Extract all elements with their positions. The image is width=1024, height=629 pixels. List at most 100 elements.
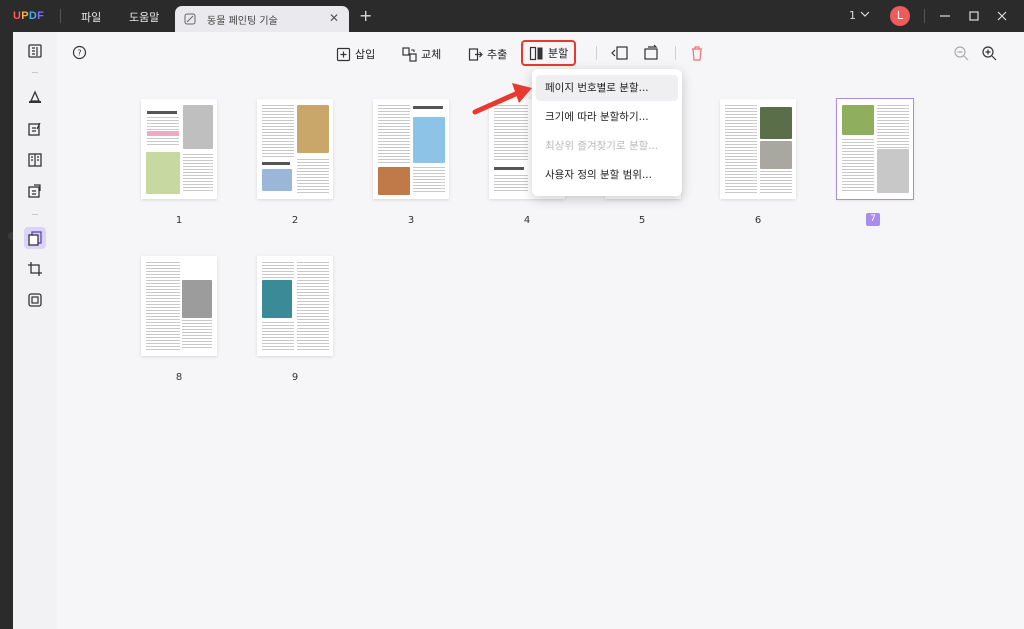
page-number-6: 6: [754, 215, 762, 226]
close-window-icon[interactable]: [994, 8, 1010, 24]
toolbar-divider: [596, 46, 597, 60]
edit-pdf-icon[interactable]: [24, 118, 46, 140]
split-by-size-item[interactable]: 크기에 따라 분할하기...: [536, 104, 678, 130]
title-bar: UPDF 파일 도움말 동물 페인팅 기술 ✕ + 1 L: [0, 0, 1024, 32]
highlight-block: [147, 131, 179, 136]
delete-icon[interactable]: [688, 44, 706, 62]
insert-label: 삽입: [355, 48, 376, 61]
title-divider: [60, 9, 61, 23]
page-number-8: 8: [175, 372, 183, 383]
updf-logo[interactable]: UPDF: [13, 10, 44, 22]
convert-icon[interactable]: [24, 180, 46, 202]
split-button[interactable]: 분할: [521, 40, 577, 66]
replace-page-icon: [402, 46, 417, 62]
rotate-right-icon[interactable]: [643, 44, 661, 62]
left-sidebar: [13, 32, 57, 629]
extract-button[interactable]: 추출: [468, 44, 507, 64]
cat-painting-image: [262, 280, 292, 318]
minimize-icon[interactable]: [937, 8, 953, 24]
sketch-image: [760, 141, 792, 169]
insert-page-icon: [336, 47, 351, 61]
zoom-in-icon[interactable]: [980, 44, 998, 62]
heading-line: [262, 162, 290, 165]
text-block: [183, 154, 213, 192]
crop-icon[interactable]: [24, 258, 46, 280]
page-number-9: 9: [291, 372, 299, 383]
rabbit-photo-image: [842, 105, 874, 135]
paints-image: [378, 167, 410, 195]
animal-photo-image: [760, 107, 792, 139]
page-number-2: 2: [291, 215, 299, 226]
new-tab-button[interactable]: +: [359, 6, 372, 25]
split-label: 분할: [548, 47, 569, 60]
horse-sketch-image: [182, 280, 212, 318]
tab-title: 동물 페인팅 기술: [207, 16, 278, 27]
heading-line: [413, 106, 443, 109]
replace-label: 교체: [421, 48, 442, 61]
text-block: [182, 320, 212, 350]
text-block: [378, 105, 410, 163]
page-thumbnail-7[interactable]: [836, 98, 914, 200]
sidebar-divider: [32, 214, 38, 215]
page-number-3: 3: [407, 215, 415, 226]
page-number-1: 1: [175, 215, 183, 226]
extract-page-icon: [468, 47, 483, 61]
text-block: [494, 175, 528, 193]
palette-image: [262, 169, 292, 191]
chevron-down-icon[interactable]: [860, 7, 870, 21]
maximize-icon[interactable]: [966, 8, 982, 24]
comment-icon[interactable]: [24, 86, 46, 108]
annotation-arrow: [472, 83, 532, 115]
menu-file[interactable]: 파일: [81, 9, 101, 25]
split-dropdown-menu: 페이지 번호별로 분할... 크기에 따라 분할하기... 최상위 즐겨찾기로 …: [532, 69, 682, 196]
reader-icon[interactable]: [24, 40, 46, 62]
text-block: [262, 105, 294, 157]
watercolor-image: [413, 117, 445, 163]
page-thumbnail-6[interactable]: [720, 99, 796, 199]
page-thumbnail-9[interactable]: [257, 256, 333, 356]
avatar[interactable]: L: [890, 6, 910, 26]
page-number-7: 7: [866, 213, 880, 226]
text-block: [877, 105, 909, 149]
page-thumbnail-2[interactable]: [257, 99, 333, 199]
zoom-out-icon[interactable]: [952, 44, 970, 62]
document-edit-icon: [184, 13, 196, 25]
split-page-icon: [529, 46, 543, 60]
toolbar-divider: [675, 46, 676, 60]
text-block: [725, 105, 757, 193]
stamp-icon[interactable]: [24, 289, 46, 311]
split-by-page-number-item[interactable]: 페이지 번호별로 분할...: [536, 75, 678, 101]
svg-text:?: ?: [77, 49, 81, 58]
rotate-left-icon[interactable]: [611, 44, 629, 62]
help-icon[interactable]: ?: [72, 45, 87, 60]
page-thumbnail-3[interactable]: [373, 99, 449, 199]
document-tab[interactable]: 동물 페인팅 기술 ✕: [175, 6, 349, 32]
custom-split-range-item[interactable]: 사용자 정의 분할 범위...: [536, 162, 678, 188]
rabbit-sketch-image: [877, 149, 909, 193]
text-block: [262, 322, 294, 350]
brushes-image: [297, 105, 329, 153]
page-thumbnail-1[interactable]: [141, 99, 217, 199]
page-number-4: 4: [523, 215, 531, 226]
menu-help[interactable]: 도움말: [129, 9, 159, 25]
insert-button[interactable]: 삽입: [336, 44, 375, 64]
text-block: [297, 159, 329, 193]
close-tab-icon[interactable]: ✕: [329, 11, 339, 25]
split-by-bookmark-item: 최상위 즐겨찾기로 분할...: [545, 140, 659, 152]
text-block: [413, 167, 445, 193]
dog-sketch-image: [183, 105, 213, 149]
title-divider: [924, 9, 925, 23]
page-number-5: 5: [638, 215, 646, 226]
text-block: [842, 139, 874, 193]
form-icon[interactable]: [24, 149, 46, 171]
replace-button[interactable]: 교체: [402, 44, 441, 64]
text-block: [297, 262, 329, 350]
text-block: [262, 262, 294, 280]
window-count[interactable]: 1: [849, 9, 856, 22]
organize-pages-icon[interactable]: [24, 227, 46, 249]
left-rail: [0, 32, 13, 629]
heading-line: [147, 111, 177, 114]
text-block: [146, 262, 180, 350]
heading-line: [494, 167, 524, 170]
page-thumbnail-8[interactable]: [141, 256, 217, 356]
